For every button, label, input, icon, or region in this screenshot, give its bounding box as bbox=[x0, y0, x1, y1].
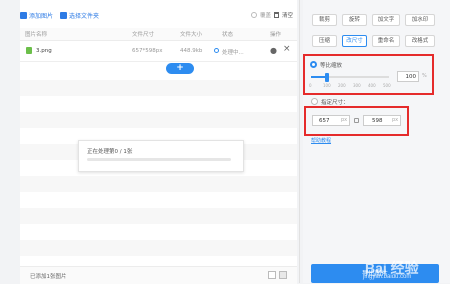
empty-row bbox=[20, 112, 297, 128]
file-dimensions: 657*598px bbox=[132, 48, 163, 54]
custom-size-label: 指定尺寸： bbox=[321, 100, 349, 106]
empty-row bbox=[20, 208, 297, 224]
clock-icon bbox=[214, 48, 219, 53]
col-dimensions: 文件尺寸 bbox=[132, 32, 155, 38]
height-unit: px bbox=[392, 117, 399, 123]
tick-label: 300 bbox=[353, 83, 361, 88]
toolbar: 添加图片 选择文件夹 覆盖 清空 bbox=[20, 10, 297, 24]
grid-view-icon[interactable] bbox=[268, 271, 276, 279]
col-actions: 操作 bbox=[270, 32, 282, 38]
col-name: 图片名称 bbox=[25, 32, 48, 38]
settings-panel: 裁剪 旋转 加文字 加水印 压缩 改尺寸 重命名 改格式 等比缩放 0 100 … bbox=[303, 0, 450, 283]
col-filesize: 文件大小 bbox=[180, 32, 203, 38]
progress-dialog: 正在处理第0 / 1张 bbox=[78, 140, 244, 172]
custom-size-radio[interactable] bbox=[311, 98, 318, 105]
add-image-button[interactable]: 添加图片 bbox=[20, 11, 53, 20]
table-header: 图片名称 文件尺寸 文件大小 状态 操作 bbox=[20, 28, 297, 41]
trash-icon[interactable] bbox=[273, 12, 279, 18]
col-status: 状态 bbox=[222, 32, 234, 38]
table-row[interactable]: 3.png 657*598px 448.9kb 处理中... ● × bbox=[20, 41, 297, 62]
clear-button[interactable]: 清空 bbox=[282, 11, 293, 19]
add-watermark-button[interactable]: 加水印 bbox=[405, 14, 435, 26]
tick-label: 500 bbox=[383, 83, 391, 88]
footer-bar: 已添加1张图片 bbox=[20, 266, 297, 284]
format-button[interactable]: 改格式 bbox=[405, 35, 435, 47]
width-unit: px bbox=[341, 117, 348, 123]
select-folder-button[interactable]: 选择文件夹 bbox=[60, 11, 99, 20]
scale-radio[interactable] bbox=[310, 61, 317, 68]
overwrite-label: 覆盖 bbox=[259, 13, 271, 19]
compress-button[interactable]: 压缩 bbox=[312, 35, 337, 47]
file-name: 3.png bbox=[36, 48, 52, 54]
tick-label: 200 bbox=[338, 83, 346, 88]
panel-divider bbox=[299, 0, 300, 283]
percent-unit: % bbox=[422, 73, 427, 79]
add-button[interactable]: + bbox=[166, 63, 194, 74]
close-icon[interactable]: × bbox=[283, 44, 291, 54]
add-image-icon bbox=[20, 12, 27, 19]
crop-button[interactable]: 裁剪 bbox=[312, 14, 337, 26]
resize-button[interactable]: 改尺寸 bbox=[342, 35, 367, 47]
lock-icon[interactable] bbox=[354, 118, 359, 123]
file-status: 处理中... bbox=[222, 50, 244, 56]
list-view-icon[interactable] bbox=[279, 271, 287, 279]
rename-button[interactable]: 重命名 bbox=[372, 35, 400, 47]
eye-icon[interactable]: ● bbox=[270, 46, 277, 55]
tick-label: 0 bbox=[309, 83, 312, 88]
progress-text: 正在处理第0 / 1张 bbox=[87, 149, 133, 155]
empty-row bbox=[20, 240, 297, 256]
file-size: 448.9kb bbox=[180, 48, 203, 54]
help-link[interactable]: 帮助教程 bbox=[311, 137, 331, 144]
scale-slider-handle[interactable] bbox=[324, 73, 329, 82]
folder-icon bbox=[60, 12, 67, 19]
scale-percent-input[interactable]: 100 bbox=[397, 71, 419, 82]
overwrite-radio[interactable] bbox=[250, 12, 257, 18]
image-file-icon bbox=[26, 47, 32, 54]
tick-label: 400 bbox=[368, 83, 376, 88]
empty-row bbox=[20, 176, 297, 192]
progress-bar bbox=[87, 158, 231, 161]
empty-row bbox=[20, 80, 297, 96]
tick-label: 100 bbox=[323, 83, 331, 88]
add-text-button[interactable]: 加文字 bbox=[372, 14, 400, 26]
scale-label: 等比缩放 bbox=[320, 63, 343, 69]
rotate-button[interactable]: 旋转 bbox=[342, 14, 367, 26]
image-count: 已添加1张图片 bbox=[30, 274, 67, 280]
watermark-url: jingyan.baidu.com bbox=[363, 274, 412, 280]
